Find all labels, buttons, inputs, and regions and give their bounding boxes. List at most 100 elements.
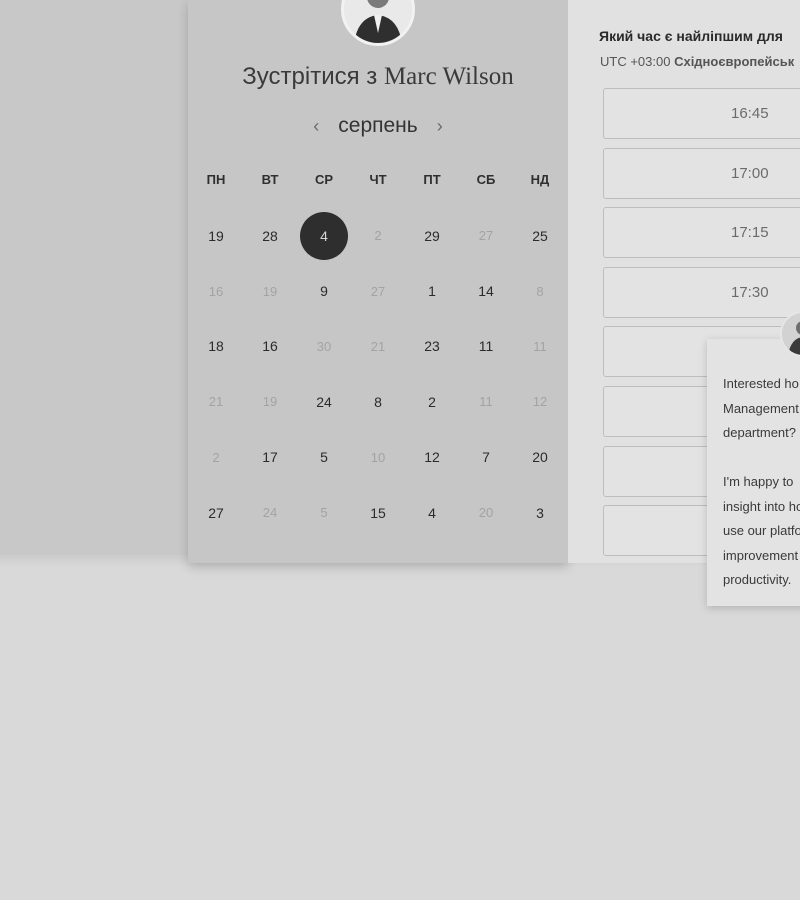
day-cell[interactable]: 24 [297,374,351,429]
day-number: 21 [208,394,224,410]
day-cell[interactable]: 4 [405,485,459,540]
day-number: 16 [208,283,224,299]
day-cell: 5 [297,485,351,540]
day-cell[interactable]: 11 [459,319,513,374]
meeting-title-prefix: Зустрітися з [242,63,378,90]
day-cell[interactable]: 28 [243,208,297,263]
day-number: 8 [536,283,544,299]
day-cell[interactable]: 8 [351,374,405,429]
day-cell: 10 [351,430,405,485]
day-number: 2 [212,449,220,465]
day-cell: 19 [243,374,297,429]
timezone-selector[interactable]: UTC +03:00 Східноєвропейськ [600,54,794,69]
weekday-label: ВТ [261,172,279,187]
day-cell[interactable]: 7 [459,430,513,485]
day-cell[interactable]: 25 [513,208,567,263]
time-slot-button[interactable]: 16:45 [603,88,800,139]
calendar-card: Зустрітися з Marc Wilson ‹ серпень › ПН … [188,0,568,563]
day-cell: 8 [513,263,567,318]
day-cell[interactable]: 20 [513,430,567,485]
day-number: 23 [424,338,440,355]
day-number: 5 [320,505,328,521]
month-label: серпень [338,114,418,137]
day-number: 15 [370,504,386,521]
day-number: 7 [482,449,490,466]
day-cell[interactable]: 27 [189,485,243,540]
day-cell[interactable]: 5 [297,430,351,485]
chat-line: Interested ho [723,376,799,391]
time-slot-label: 17:30 [731,283,769,301]
day-cell: 11 [513,319,567,374]
day-number: 9 [320,283,328,300]
day-cell[interactable]: 17 [243,430,297,485]
day-cell[interactable]: 16 [243,319,297,374]
weekday-header: ПН ВТ СР ЧТ ПТ СБ НД [188,172,568,187]
time-slot-label: 16:45 [731,105,769,122]
day-number: 5 [320,449,328,466]
day-cell[interactable]: 15 [351,485,405,540]
day-cell[interactable]: 2 [405,374,459,429]
day-cell: 27 [351,263,405,318]
day-number: 27 [208,504,224,521]
day-number: 1 [428,283,436,300]
weekday-label: ЧТ [369,172,387,187]
times-heading: Який час є найліпшим для [599,28,783,44]
day-cell: 11 [459,374,513,429]
time-slot-button[interactable]: 17:30 [603,266,800,318]
chat-line: use our platfo [723,523,800,538]
day-number: 29 [424,227,440,244]
day-cell-selected[interactable]: 4 [297,208,351,263]
day-number: 28 [262,227,278,244]
weekday-label: СР [314,172,334,187]
chat-line: I'm happy to [723,474,794,489]
day-cell[interactable]: 18 [189,319,243,374]
day-number: 19 [262,283,278,299]
weekday-label: ПТ [423,172,441,187]
day-number: 11 [533,338,547,354]
day-number: 21 [370,338,386,354]
timezone-name: Східноєвропейськ [674,54,795,69]
day-cell[interactable]: 1 [405,263,459,318]
day-number: 8 [374,393,382,410]
day-cell: 12 [513,374,567,429]
day-number: 4 [300,211,348,260]
chat-line [723,446,800,471]
day-cell[interactable]: 29 [405,208,459,263]
day-cell: 20 [459,485,513,540]
chevron-left-icon[interactable]: ‹ [308,116,324,137]
day-number: 3 [536,504,544,521]
day-number: 2 [428,393,436,410]
day-cell: 2 [351,208,405,263]
weekday-label: СБ [476,172,496,187]
day-cell: 2 [189,430,243,485]
day-number: 24 [262,505,278,521]
day-number: 19 [208,227,224,244]
day-cell: 27 [459,208,513,263]
chat-popup[interactable]: Interested ho Management department? I'm… [707,339,800,606]
time-slot-label: 17:15 [731,224,769,242]
month-navigation: ‹ серпень › [188,112,568,140]
day-number: 20 [532,449,548,466]
day-cell: 30 [297,319,351,374]
day-cell[interactable]: 19 [189,208,243,263]
day-number: 27 [478,228,494,244]
time-slot-button[interactable]: 17:00 [603,147,800,199]
timezone-offset: UTC +03:00 [600,54,671,69]
day-number: 11 [479,394,493,410]
chat-line: Management [723,400,799,416]
chevron-right-icon[interactable]: › [432,116,448,137]
day-cell[interactable]: 14 [459,263,513,318]
day-cell[interactable]: 3 [513,485,567,540]
day-number: 27 [370,283,386,299]
day-cell[interactable]: 23 [405,319,459,374]
day-number: 20 [478,505,494,521]
day-cell[interactable]: 9 [297,263,351,318]
time-slot-button[interactable]: 17:15 [603,207,800,259]
day-cell[interactable]: 12 [405,430,459,485]
chat-line: productivity. [723,572,792,587]
person-icon [782,313,800,355]
day-number: 11 [478,338,494,355]
chat-line: insight into ho [723,498,800,514]
day-cell: 21 [351,319,405,374]
day-cell: 21 [189,374,243,429]
